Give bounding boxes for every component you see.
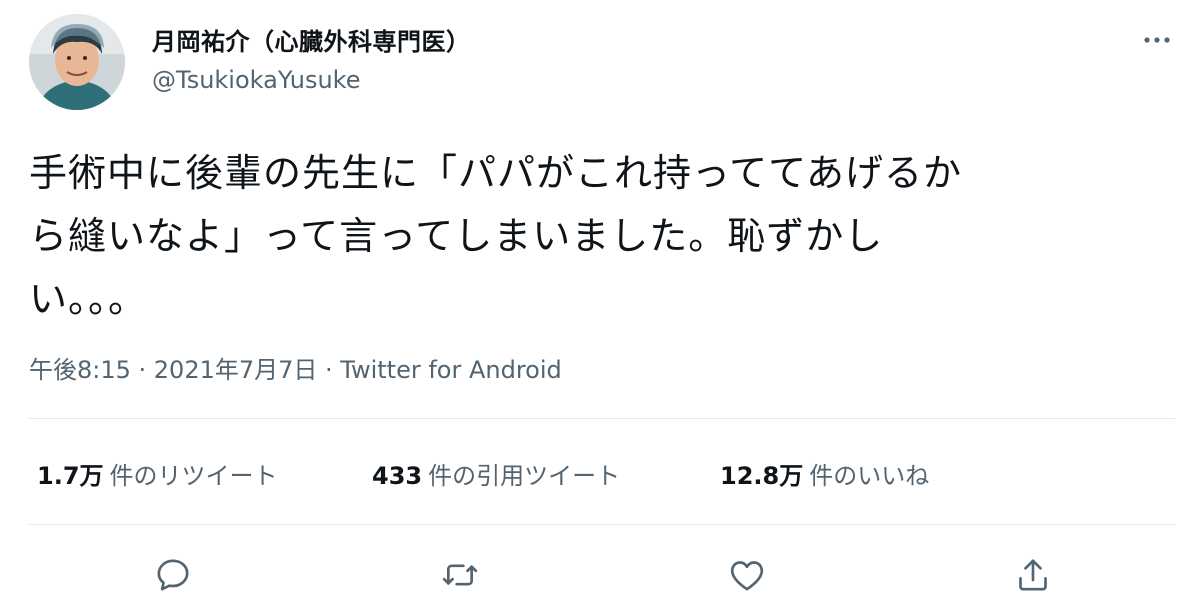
like-count-label: 件のいいね	[809, 462, 930, 490]
retweet-count-label: 件のリツイート	[109, 462, 278, 490]
quote-count[interactable]: 433 件の引用ツイート	[372, 456, 620, 491]
divider	[29, 418, 1175, 419]
avatar[interactable]	[29, 14, 125, 110]
tweet-text-line: い。。。	[29, 277, 148, 321]
share-icon[interactable]	[1013, 555, 1053, 595]
tweet-text: 手術中に後輩の先生に「パパがこれ持っててあげるか ら縫いなよ」って言ってしまいま…	[29, 142, 1169, 331]
like-count[interactable]: 12.8万 件のいいね	[720, 456, 929, 491]
user-handle[interactable]: @TsukiokaYusuke	[152, 66, 360, 94]
like-icon[interactable]	[727, 555, 767, 595]
more-options-icon[interactable]	[1137, 30, 1177, 50]
divider	[29, 524, 1175, 525]
quote-count-value: 433	[372, 462, 423, 490]
quote-count-label: 件の引用ツイート	[428, 462, 621, 490]
retweet-icon[interactable]	[440, 555, 480, 595]
retweet-count[interactable]: 1.7万 件のリツイート	[37, 456, 278, 491]
display-name[interactable]: 月岡祐介（心臓外科専門医）	[152, 22, 471, 57]
tweet-text-line: ら縫いなよ」って言ってしまいました。恥ずかし	[29, 214, 884, 258]
tweet-text-line: 手術中に後輩の先生に「パパがこれ持っててあげるか	[29, 151, 962, 195]
reply-icon[interactable]	[153, 555, 193, 595]
retweet-count-value: 1.7万	[37, 462, 104, 490]
tweet-card: 月岡祐介（心臓外科専門医） @TsukiokaYusuke 手術中に後輩の先生に…	[0, 0, 1200, 609]
like-count-value: 12.8万	[720, 462, 804, 490]
avatar-image	[29, 14, 125, 110]
tweet-timestamp[interactable]: 午後8:15 · 2021年7月7日 · Twitter for Android	[29, 350, 562, 385]
